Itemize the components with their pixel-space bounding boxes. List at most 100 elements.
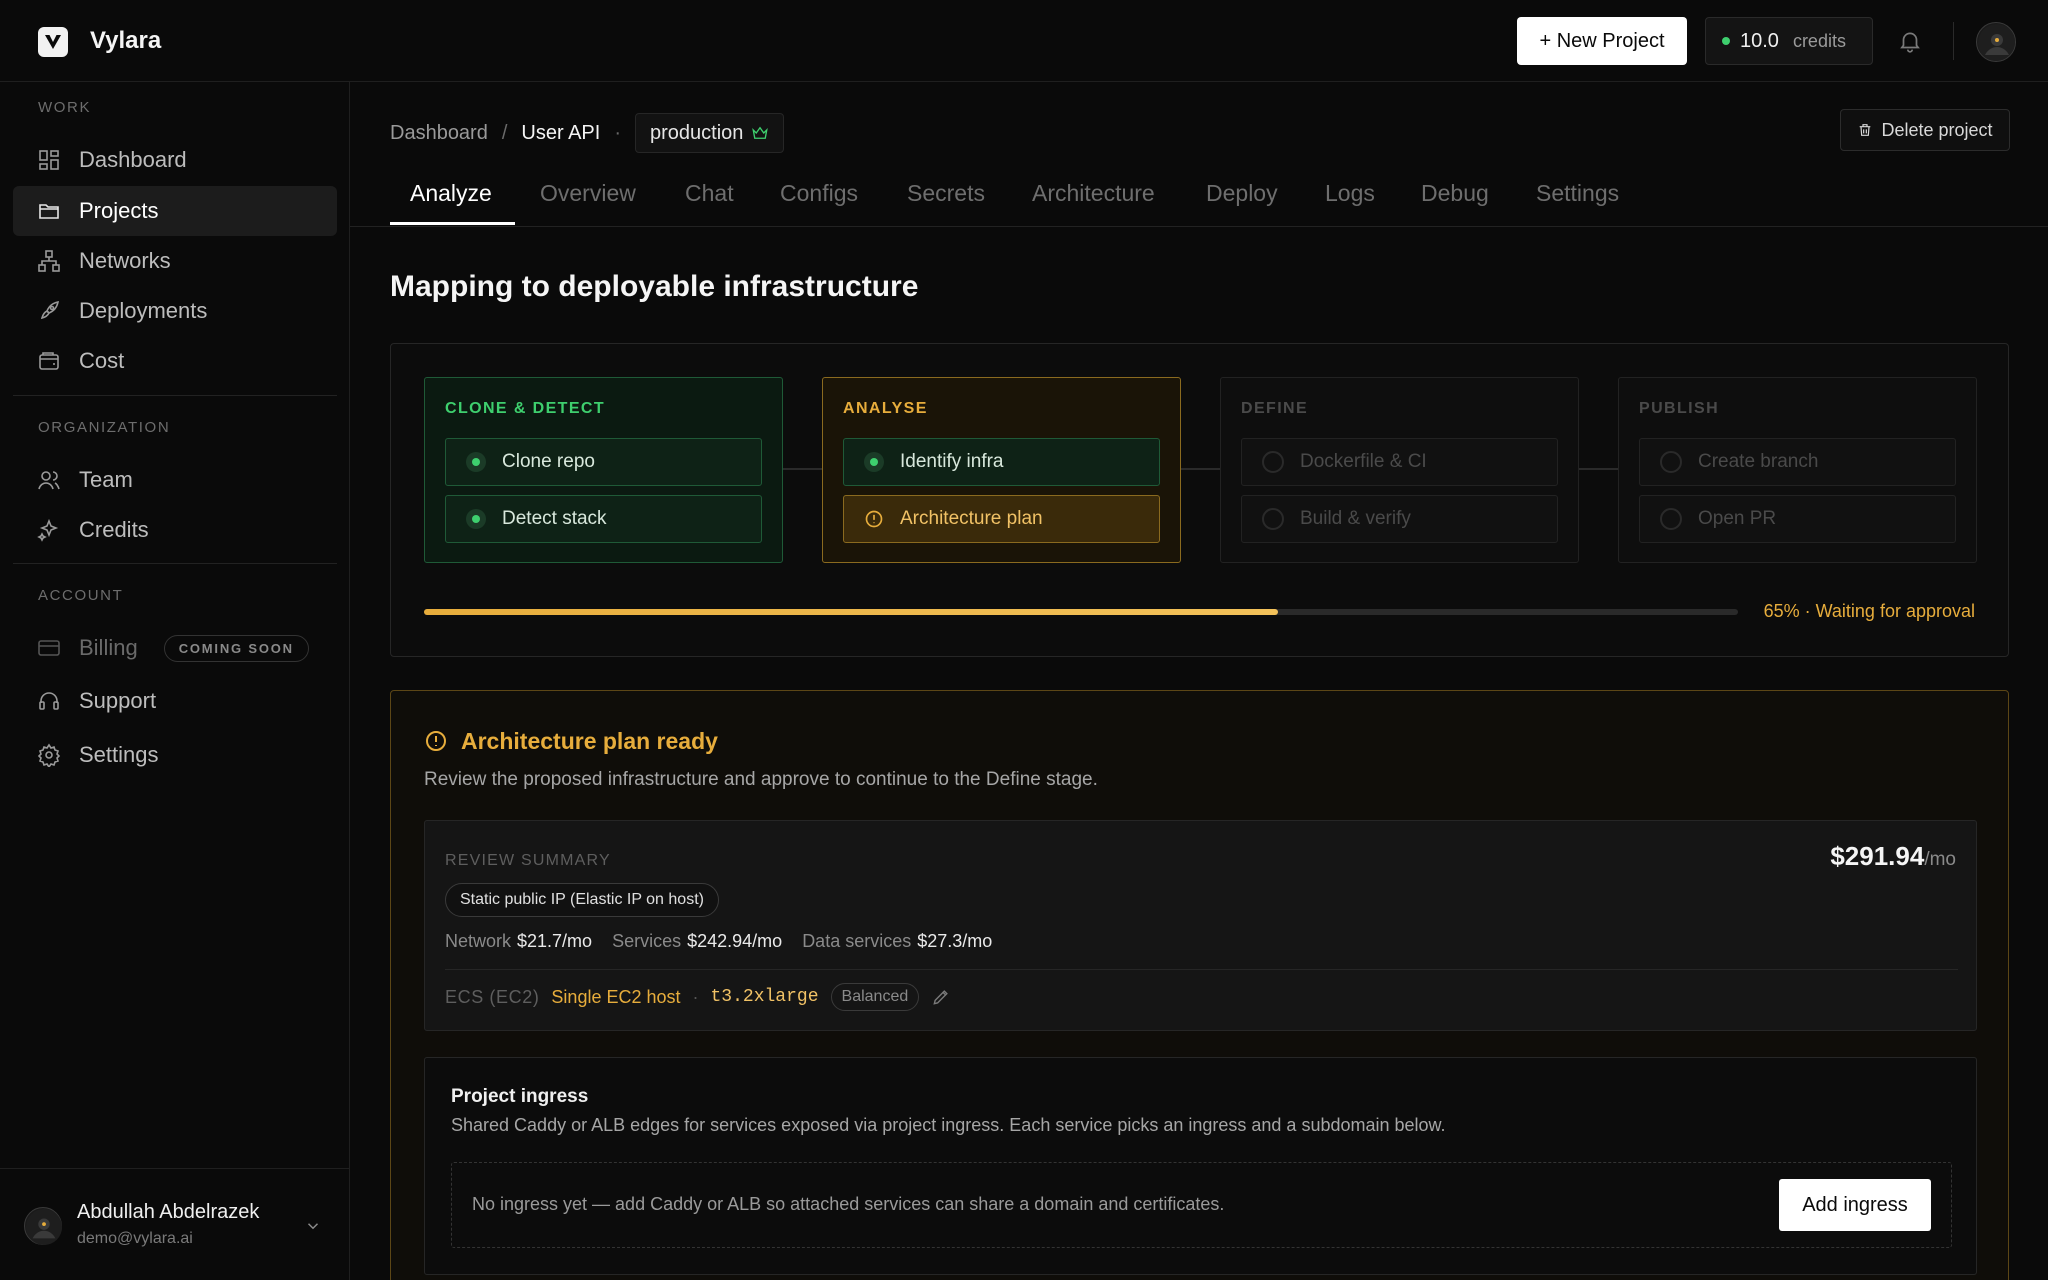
step-identify-infra: Identify infra: [843, 438, 1160, 486]
credits-label: credits: [1792, 30, 1846, 51]
pipeline-progress-bar: [424, 609, 1738, 615]
credits-indicator[interactable]: 10.0 credits: [1705, 17, 1873, 65]
review-summary-label: REVIEW SUMMARY: [445, 852, 611, 869]
step-label: Clone repo: [502, 451, 595, 472]
pending-dot-icon: [1660, 508, 1682, 530]
tab-analyze[interactable]: Analyze: [410, 180, 492, 207]
sidebar-item-billing: Billing COMING SOON: [13, 623, 337, 673]
alert-circle-icon: [426, 731, 446, 751]
tab-settings[interactable]: Settings: [1536, 180, 1619, 207]
gear-icon: [37, 743, 61, 767]
vylara-logo[interactable]: [38, 27, 68, 57]
sidebar-item-networks[interactable]: Networks: [13, 236, 337, 286]
compute-dot: ·: [692, 986, 699, 1007]
add-ingress-button[interactable]: Add ingress: [1779, 1179, 1931, 1231]
pending-dot-icon: [1262, 451, 1284, 473]
dashboard-icon: [39, 150, 59, 170]
step-label: Architecture plan: [900, 508, 1043, 529]
breadcrumb-dashboard[interactable]: Dashboard: [390, 122, 488, 145]
sidebar-item-label: Billing: [79, 635, 138, 660]
cost-data-services: Data services $27.3/mo: [802, 931, 993, 951]
step-label: Build & verify: [1300, 508, 1411, 529]
stage-title: DEFINE: [1241, 400, 1309, 417]
avatar[interactable]: [1976, 22, 2016, 62]
pipeline-progress-fill: [424, 609, 1279, 615]
stage-title: ANALYSE: [843, 400, 928, 417]
user-avatar: [24, 1207, 63, 1246]
step-create-branch: Create branch: [1639, 438, 1956, 486]
step-detect-stack: Detect stack: [445, 495, 762, 543]
stage-connector: [783, 468, 823, 470]
chevron-down-icon[interactable]: [304, 1217, 322, 1235]
sidebar-item-settings[interactable]: Settings: [13, 730, 337, 780]
tab-chat[interactable]: Chat: [685, 180, 734, 207]
sidebar-item-cost[interactable]: Cost: [13, 336, 337, 386]
pending-dot-icon: [1262, 508, 1284, 530]
sidebar-item-label: Team: [79, 467, 133, 492]
ingress-title: Project ingress: [451, 1086, 589, 1107]
card-icon: [38, 640, 60, 656]
sidebar-divider: [13, 395, 337, 396]
users-icon: [38, 471, 60, 490]
step-label: Open PR: [1698, 508, 1777, 529]
sidebar-item-label: Networks: [79, 248, 171, 273]
profile-badge: Balanced: [830, 983, 920, 1011]
check-dot-icon: [864, 452, 884, 472]
section-account: ACCOUNT: [38, 587, 124, 604]
network-icon: [38, 250, 60, 272]
breadcrumb-dot: ·: [614, 121, 621, 144]
coming-soon-badge: COMING SOON: [163, 634, 309, 662]
tab-deploy[interactable]: Deploy: [1206, 180, 1278, 207]
tab-architecture[interactable]: Architecture: [1032, 180, 1155, 207]
step-clone-repo: Clone repo: [445, 438, 762, 486]
tab-overview[interactable]: Overview: [540, 180, 636, 207]
step-dockerfile-ci: Dockerfile & CI: [1241, 438, 1558, 486]
sidebar-item-projects[interactable]: Projects: [13, 186, 337, 236]
sidebar-divider: [13, 563, 337, 564]
sidebar-item-credits[interactable]: Credits: [13, 505, 337, 555]
logo-icon: [45, 35, 61, 49]
sidebar: WORK Dashboard Projects Networks Deploym…: [0, 82, 350, 1280]
sidebar-item-label: Deployments: [79, 298, 208, 323]
review-divider: [445, 969, 1958, 970]
step-architecture-plan[interactable]: Architecture plan: [843, 495, 1160, 543]
ingress-empty-state: No ingress yet — add Caddy or ALB so att…: [451, 1162, 1952, 1248]
edit-pencil-icon[interactable]: [931, 987, 951, 1007]
user-name: Abdullah Abdelrazek: [77, 1201, 260, 1223]
credits-status-dot: [1722, 37, 1730, 45]
sidebar-item-support[interactable]: Support: [13, 676, 337, 726]
project-ingress: Project ingress Shared Caddy or ALB edge…: [424, 1057, 1977, 1275]
sidebar-item-team[interactable]: Team: [13, 455, 337, 505]
tab-configs[interactable]: Configs: [780, 180, 858, 207]
sidebar-item-label: Credits: [79, 517, 149, 542]
breadcrumb: Dashboard / User API · production: [390, 113, 785, 153]
active-tab-indicator: [390, 222, 515, 225]
cost-breakdown: Network $21.7/mo Services $242.94/mo Data …: [445, 931, 992, 952]
step-build-verify: Build & verify: [1241, 495, 1558, 543]
pipeline-progress-text: 65% · Waiting for approval: [1763, 601, 1975, 621]
stage-connector: [1579, 468, 1619, 470]
monthly-price: $291.94 /mo: [1830, 841, 1956, 872]
credits-value: 10.0: [1740, 29, 1779, 52]
sidebar-item-deployments[interactable]: Deployments: [13, 286, 337, 336]
stage-title: CLONE & DETECT: [445, 400, 606, 417]
environment-label: production: [650, 121, 744, 144]
compute-host: Single EC2 host: [551, 986, 681, 1007]
new-project-button[interactable]: + New Project: [1517, 17, 1687, 65]
instance-type: t3.2xlarge: [710, 987, 819, 1007]
trash-icon: [1860, 124, 1871, 136]
sparkles-icon: [37, 518, 59, 542]
stage-connector: [1181, 468, 1221, 470]
environment-selector[interactable]: production: [635, 113, 785, 153]
tab-debug[interactable]: Debug: [1421, 180, 1489, 207]
delete-project-button[interactable]: Delete project: [1840, 109, 2010, 151]
user-menu[interactable]: Abdullah Abdelrazek demo@vylara.ai: [0, 1168, 350, 1280]
stage-publish: PUBLISH Create branch Open PR: [1618, 377, 1977, 563]
step-open-pr: Open PR: [1639, 495, 1956, 543]
crown-icon: [752, 126, 769, 139]
tab-logs[interactable]: Logs: [1325, 180, 1375, 207]
tab-secrets[interactable]: Secrets: [907, 180, 985, 207]
sidebar-item-dashboard[interactable]: Dashboard: [13, 135, 337, 185]
delete-project-label: Delete project: [1881, 119, 1993, 140]
bell-icon[interactable]: [1897, 28, 1923, 54]
